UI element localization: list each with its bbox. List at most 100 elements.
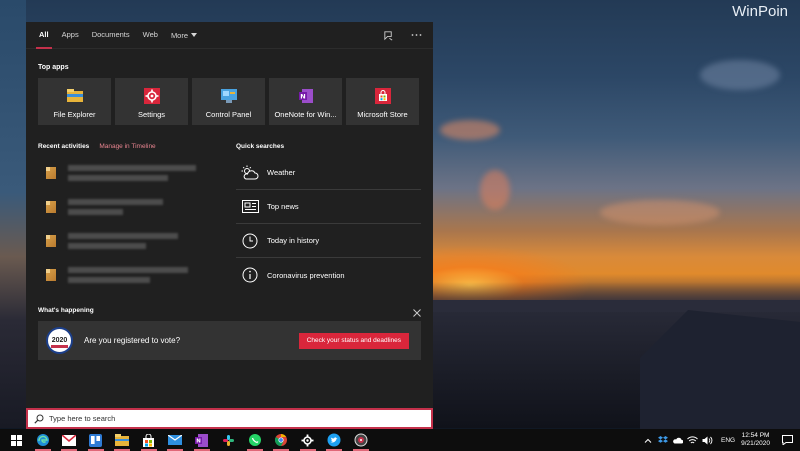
weather-icon <box>240 163 260 183</box>
file-icon <box>46 201 56 213</box>
trello-icon <box>89 433 102 447</box>
clock-date: 9/21/2020 <box>741 440 770 447</box>
app-tile-label: OneNote for Win... <box>274 110 337 119</box>
whats-happening-title: What's happening <box>38 307 94 314</box>
recent-activities-list <box>38 156 223 292</box>
quick-searches-list: Weather Top news Today in history Corona… <box>236 156 421 292</box>
quick-search-label: Today in history <box>267 236 320 245</box>
tab-more[interactable]: More <box>170 22 198 49</box>
list-item[interactable] <box>38 224 223 258</box>
redacted-text <box>68 199 163 215</box>
taskbar-slack[interactable] <box>218 429 238 451</box>
volume-icon[interactable] <box>702 434 714 446</box>
list-item[interactable] <box>38 156 223 190</box>
taskbar-onenote[interactable]: N <box>192 429 212 451</box>
file-icon <box>46 167 56 179</box>
taskbar-whatsapp[interactable] <box>245 429 265 451</box>
start-button[interactable] <box>6 429 26 451</box>
quick-search-label: Coronavirus prevention <box>267 270 345 280</box>
app-tile-microsoft-store[interactable]: Microsoft Store <box>346 78 419 125</box>
language-indicator[interactable]: ENG <box>721 437 735 444</box>
taskbar-store[interactable] <box>139 429 159 451</box>
tab-apps[interactable]: Apps <box>62 22 79 49</box>
quick-search-today-in-history[interactable]: Today in history <box>236 224 421 258</box>
taskbar-clock[interactable]: 12:54 PM 9/21/2020 <box>741 432 770 448</box>
action-center-icon[interactable] <box>780 433 794 447</box>
mail-icon <box>62 434 76 446</box>
app-tile-onenote[interactable]: N OneNote for Win... <box>269 78 342 125</box>
taskbar-edge[interactable] <box>33 429 53 451</box>
taskbar-twitter[interactable] <box>324 429 344 451</box>
watermark: WinPoin <box>732 3 788 20</box>
clock-icon <box>240 231 260 251</box>
onenote-icon: N <box>195 433 208 447</box>
whatsapp-icon <box>248 434 261 446</box>
close-icon[interactable] <box>412 305 422 317</box>
vote-2020-badge: 2020 <box>46 327 73 354</box>
redacted-text <box>68 267 188 283</box>
twitter-icon <box>327 433 341 447</box>
tab-all[interactable]: All <box>36 22 52 49</box>
quick-search-top-news[interactable]: Top news <box>236 190 421 224</box>
chevron-up-icon[interactable] <box>642 434 654 446</box>
quick-search-label: Weather <box>267 168 296 177</box>
search-panel: All Apps Documents Web More Top apps Fil… <box>26 22 433 408</box>
taskbar-trello[interactable] <box>86 429 106 451</box>
svg-text:N: N <box>300 93 305 101</box>
taskbar-search-box[interactable] <box>26 408 433 429</box>
feedback-icon[interactable] <box>381 28 395 42</box>
taskbar-settings[interactable] <box>298 429 318 451</box>
tab-documents[interactable]: Documents <box>92 22 130 49</box>
redacted-text <box>68 165 196 181</box>
recent-activities-header: Recent activities Manage in Timeline <box>38 143 156 150</box>
control-panel-icon <box>220 88 237 104</box>
onenote-icon: N <box>298 88 314 104</box>
envelope-icon <box>168 435 182 445</box>
chevron-down-icon <box>191 33 198 37</box>
taskbar-gmail[interactable] <box>59 429 79 451</box>
dropbox-icon[interactable] <box>657 434 669 446</box>
manage-timeline-link[interactable]: Manage in Timeline <box>99 143 155 150</box>
app-tile-control-panel[interactable]: Control Panel <box>192 78 265 125</box>
taskbar-chrome[interactable] <box>271 429 291 451</box>
taskbar-mail[interactable] <box>165 429 185 451</box>
app-tile-file-explorer[interactable]: File Explorer <box>38 78 111 125</box>
badge-year: 2020 <box>51 337 68 344</box>
folder-icon <box>115 434 129 446</box>
store-icon <box>143 433 154 447</box>
check-status-button[interactable]: Check your status and deadlines <box>298 332 409 349</box>
top-apps-title: Top apps <box>38 64 69 71</box>
quick-searches-title: Quick searches <box>236 143 285 150</box>
info-icon <box>240 265 260 285</box>
app-tile-label: Control Panel <box>205 110 252 119</box>
onedrive-icon[interactable] <box>672 434 684 446</box>
media-player-icon <box>354 433 367 447</box>
top-apps-row: File Explorer Settings Control Panel N O… <box>38 78 419 125</box>
file-explorer-icon <box>66 88 83 104</box>
gear-icon <box>301 434 314 446</box>
quick-search-coronavirus-prevention[interactable]: Coronavirus prevention <box>236 258 421 292</box>
vote-card[interactable]: 2020 Are you registered to vote? Check y… <box>38 321 421 360</box>
app-tile-label: Settings <box>137 110 166 119</box>
clock-time: 12:54 PM <box>741 432 770 439</box>
windows-icon <box>10 434 22 446</box>
edge-icon <box>36 434 49 446</box>
more-options-icon[interactable] <box>409 28 423 42</box>
tab-more-label: More <box>170 30 189 40</box>
wifi-icon[interactable] <box>687 434 699 446</box>
taskbar: N ENG 12:54 PM 9/21/2020 <box>0 429 800 451</box>
taskbar-media[interactable] <box>351 429 371 451</box>
svg-text:N: N <box>196 438 201 444</box>
taskbar-file-explorer[interactable] <box>112 429 132 451</box>
tab-web[interactable]: Web <box>143 22 158 49</box>
quick-search-label: Top news <box>267 202 299 211</box>
chrome-icon <box>274 434 287 446</box>
store-icon <box>374 88 391 104</box>
list-item[interactable] <box>38 190 223 224</box>
desktop-wallpaper-left <box>0 0 26 428</box>
search-input[interactable] <box>49 414 409 423</box>
app-tile-settings[interactable]: Settings <box>115 78 188 125</box>
quick-search-weather[interactable]: Weather <box>236 156 421 190</box>
search-icon <box>33 413 45 425</box>
list-item[interactable] <box>38 258 223 292</box>
